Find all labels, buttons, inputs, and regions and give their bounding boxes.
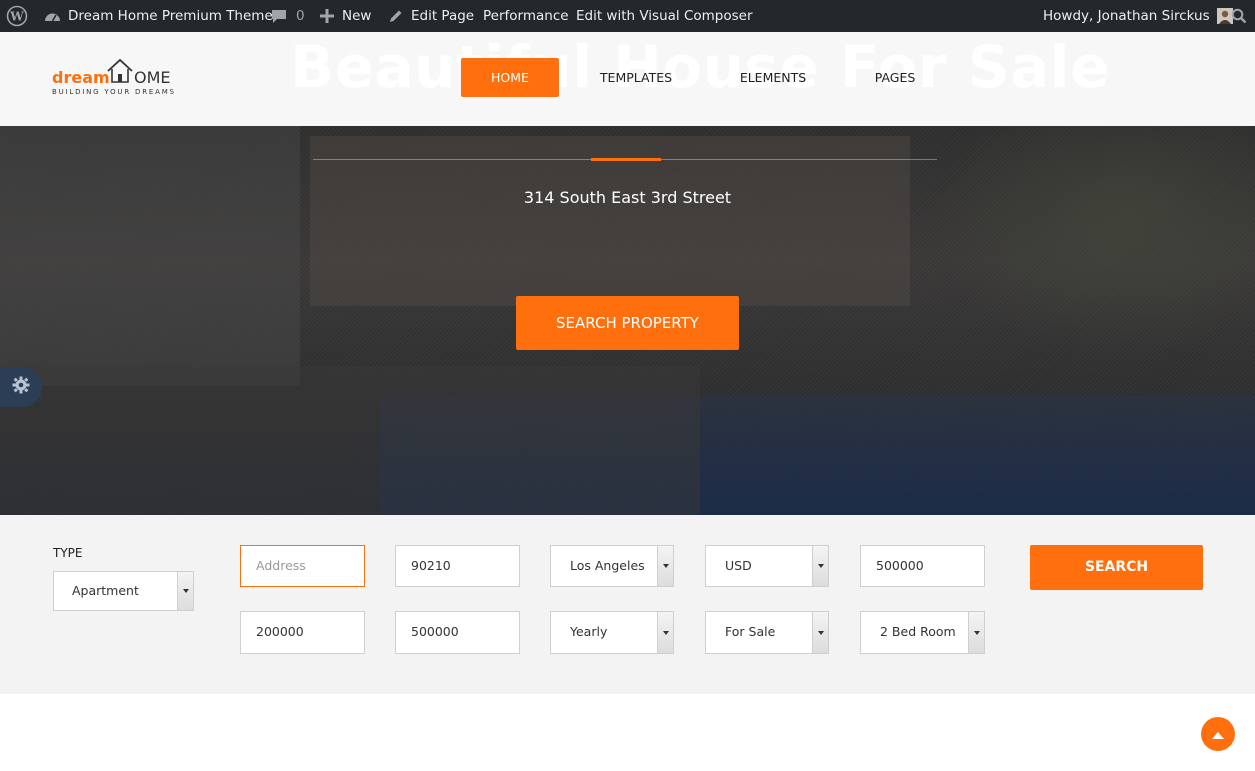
status-value: For Sale: [725, 624, 776, 639]
comments-count: 0: [296, 8, 305, 24]
site-header: Beautiful House For Sale dream OME BUILD…: [0, 32, 1255, 126]
bedrooms-value: 2 Bed Room: [880, 624, 956, 639]
new-content-link[interactable]: New: [320, 0, 371, 32]
logo-word-ome: OME: [134, 68, 171, 87]
comments-link[interactable]: 0: [271, 0, 305, 32]
city-value: Los Angeles: [570, 558, 645, 573]
dashboard-icon: [44, 9, 61, 23]
search-button[interactable]: SEARCH: [1030, 545, 1203, 590]
visual-composer-link[interactable]: Edit with Visual Composer: [576, 0, 753, 32]
max-price-value-2: 500000: [411, 624, 459, 639]
type-value: Apartment: [72, 583, 139, 598]
zip-value: 90210: [411, 558, 451, 573]
hero-tree: [930, 126, 1255, 356]
gear-icon: [12, 376, 30, 398]
chevron-down-icon: [812, 612, 828, 653]
hero-building: [310, 136, 910, 306]
period-select[interactable]: Yearly: [550, 611, 674, 654]
search-property-button[interactable]: SEARCH PROPERTY: [516, 296, 739, 350]
account-menu[interactable]: Howdy, Jonathan Sirckus: [1043, 0, 1233, 32]
min-price-input[interactable]: 200000: [240, 611, 365, 654]
admin-bar: W Dream Home Premium Theme 0 New Edit Pa…: [0, 0, 1255, 32]
performance-link[interactable]: Performance: [483, 0, 569, 32]
plus-icon: [320, 9, 334, 23]
property-search-panel: TYPE Apartment Address 90210 Los Angeles…: [0, 515, 1255, 694]
new-label: New: [342, 8, 372, 24]
visual-composer-label: Edit with Visual Composer: [576, 8, 753, 24]
type-select[interactable]: Apartment: [53, 571, 194, 611]
chevron-down-icon: [657, 612, 673, 653]
back-to-top-button[interactable]: [1201, 717, 1235, 751]
hero-house-wall: [0, 126, 300, 386]
max-price-input-2[interactable]: 500000: [395, 611, 520, 654]
hero-deck: [0, 366, 700, 515]
hero-address: 314 South East 3rd Street: [523, 188, 732, 207]
nav-pages[interactable]: PAGES: [864, 58, 926, 97]
address-placeholder: Address: [256, 558, 306, 573]
nav-home[interactable]: HOME: [461, 58, 559, 97]
edit-page-label: Edit Page: [411, 8, 475, 24]
house-icon: [107, 58, 133, 83]
chevron-down-icon: [177, 572, 193, 610]
hero-banner: 314 South East 3rd Street SEARCH PROPERT…: [0, 126, 1255, 515]
svg-text:W: W: [9, 10, 24, 24]
city-select[interactable]: Los Angeles: [550, 545, 674, 587]
logo-tagline: BUILDING YOUR DREAMS: [52, 88, 176, 96]
zip-input[interactable]: 90210: [395, 545, 520, 587]
page-title: Beautiful House For Sale: [290, 33, 1110, 101]
chevron-down-icon: [812, 546, 828, 586]
site-name: Dream Home Premium Theme: [68, 8, 273, 24]
wordpress-logo-icon[interactable]: W: [6, 0, 28, 32]
min-price-value: 200000: [256, 624, 304, 639]
status-select[interactable]: For Sale: [705, 611, 829, 654]
address-input[interactable]: Address: [240, 545, 365, 587]
pencil-icon: [388, 9, 403, 24]
nav-elements[interactable]: ELEMENTS: [730, 58, 816, 97]
edit-page-link[interactable]: Edit Page: [388, 0, 474, 32]
greeting: Howdy, Jonathan Sirckus: [1043, 8, 1210, 24]
max-price-input[interactable]: 500000: [860, 545, 985, 587]
settings-tab[interactable]: [0, 367, 42, 407]
period-value: Yearly: [570, 624, 608, 639]
site-logo[interactable]: dream OME BUILDING YOUR DREAMS: [52, 58, 174, 100]
bedrooms-select[interactable]: 2 Bed Room: [860, 611, 985, 654]
currency-select[interactable]: USD: [705, 545, 829, 587]
logo-word-dream: dream: [52, 68, 110, 87]
chevron-up-icon: [1211, 725, 1225, 744]
max-price-value: 500000: [876, 558, 924, 573]
nav-templates[interactable]: TEMPLATES: [590, 58, 682, 97]
site-name-link[interactable]: Dream Home Premium Theme: [44, 0, 273, 32]
performance-label: Performance: [483, 8, 569, 24]
hero-divider-accent: [591, 158, 661, 161]
currency-value: USD: [725, 558, 752, 573]
search-icon[interactable]: [1231, 0, 1247, 32]
chevron-down-icon: [657, 546, 673, 586]
type-label: TYPE: [53, 546, 83, 560]
comment-icon: [271, 9, 287, 24]
chevron-down-icon: [968, 612, 984, 653]
